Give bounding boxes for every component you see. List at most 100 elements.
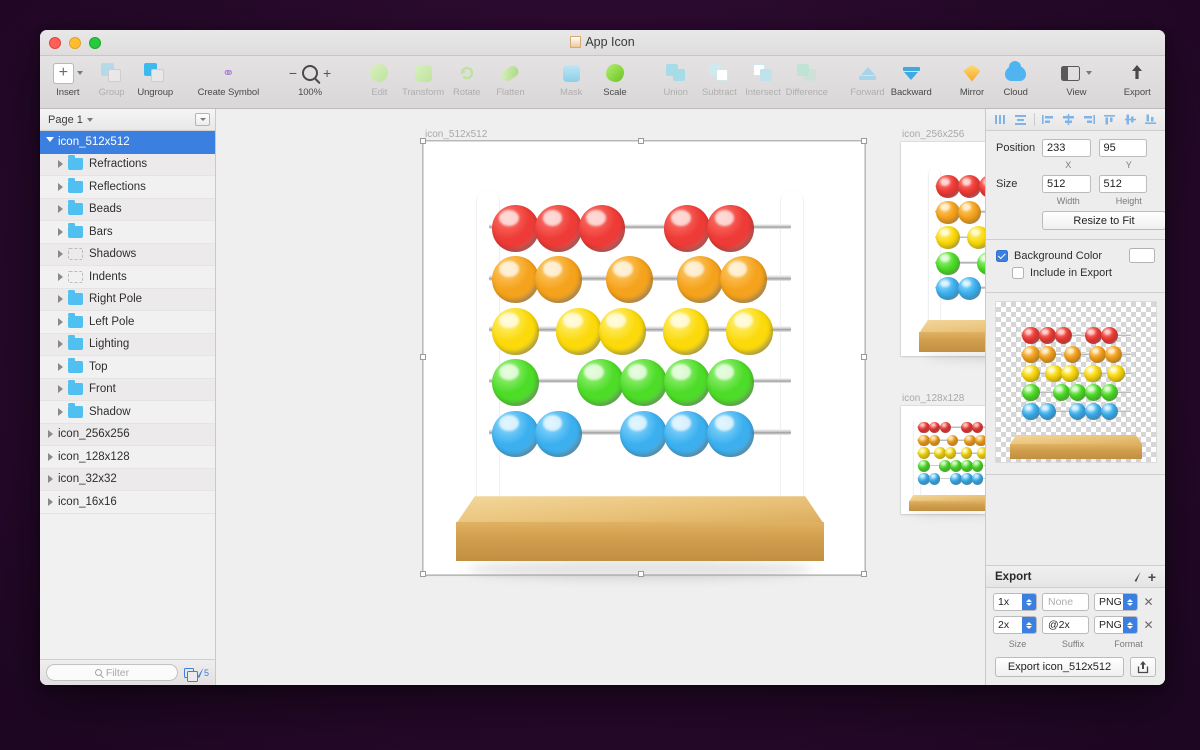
layer-row[interactable]: Reflections <box>40 176 215 199</box>
disclosure-closed-icon[interactable] <box>42 475 58 484</box>
resize-handle-bl[interactable] <box>420 571 426 577</box>
resize-handle-mr[interactable] <box>861 354 867 360</box>
disclosure-closed-icon[interactable] <box>52 362 68 371</box>
disclosure-closed-icon[interactable] <box>52 407 68 416</box>
artboard-512[interactable] <box>424 142 864 581</box>
page-menu-button[interactable] <box>195 113 210 126</box>
filter-input[interactable]: Filter <box>46 664 178 681</box>
layer-row[interactable]: Indents <box>40 266 215 289</box>
height-field[interactable]: 512 <box>1098 175 1147 193</box>
layer-row[interactable]: Top <box>40 356 215 379</box>
toolbar-export[interactable]: Export <box>1115 56 1159 108</box>
disclosure-closed-icon[interactable] <box>42 430 58 439</box>
position-y-field[interactable]: 95 <box>1098 139 1147 157</box>
pencil-icon[interactable] <box>1134 571 1142 582</box>
resize-to-fit-button[interactable]: Resize to Fit <box>1042 211 1165 230</box>
toolbar-forward[interactable]: Forward <box>846 56 890 108</box>
disclosure-closed-icon[interactable] <box>42 497 58 506</box>
position-x-field[interactable]: 233 <box>1042 139 1091 157</box>
remove-export-row-1[interactable]: ✕ <box>1143 595 1154 609</box>
toolbar-create-symbol[interactable]: ⚭ Create Symbol <box>194 56 262 108</box>
align-left-icon[interactable] <box>993 113 1008 126</box>
remove-export-row-2[interactable]: ✕ <box>1143 618 1154 632</box>
canvas[interactable]: icon_512x512 icon_256x256 icon_128x128 <box>216 109 985 685</box>
disclosure-closed-icon[interactable] <box>52 160 68 169</box>
toolbar-transform[interactable]: Transform <box>401 56 445 108</box>
duplicate-layer-button[interactable] <box>183 667 198 682</box>
resize-handle-tc[interactable] <box>638 138 644 144</box>
toolbar-cloud[interactable]: Cloud <box>994 56 1038 108</box>
layer-row[interactable]: icon_32x32 <box>40 468 215 491</box>
toolbar-union[interactable]: Union <box>654 56 698 108</box>
background-color-swatch[interactable] <box>1129 248 1155 263</box>
layer-row[interactable]: icon_256x256 <box>40 423 215 446</box>
include-in-export-checkbox[interactable] <box>1012 267 1024 279</box>
export-size-2[interactable]: 2x <box>993 616 1037 634</box>
align-bottom-icon[interactable] <box>1143 113 1158 126</box>
layer-row[interactable]: Beads <box>40 198 215 221</box>
disclosure-closed-icon[interactable] <box>52 227 68 236</box>
align-center-horizontal-icon[interactable] <box>1013 113 1028 126</box>
disclosure-closed-icon[interactable] <box>52 317 68 326</box>
align-top-icon[interactable] <box>1102 113 1117 126</box>
layer-row[interactable]: Right Pole <box>40 288 215 311</box>
toolbar-insert[interactable]: + Insert <box>46 56 90 108</box>
layer-row[interactable]: Bars <box>40 221 215 244</box>
artboard-512-label[interactable]: icon_512x512 <box>425 129 487 140</box>
page-selector[interactable]: Page 1 <box>48 114 93 126</box>
layer-row[interactable]: Left Pole <box>40 311 215 334</box>
disclosure-closed-icon[interactable] <box>52 205 68 214</box>
toolbar-subtract[interactable]: Subtract <box>698 56 742 108</box>
toolbar-zoom[interactable]: − + 100% <box>280 56 341 108</box>
resize-handle-br[interactable] <box>861 571 867 577</box>
zoom-out-icon[interactable]: − <box>289 65 297 81</box>
export-format-2[interactable]: PNG <box>1094 616 1138 634</box>
layer-row[interactable]: Front <box>40 378 215 401</box>
layer-row[interactable]: Refractions <box>40 153 215 176</box>
toolbar-intersect[interactable]: Intersect <box>741 56 785 108</box>
disclosure-closed-icon[interactable] <box>52 272 68 281</box>
layer-row[interactable]: Lighting <box>40 333 215 356</box>
artboard-128[interactable] <box>901 406 985 516</box>
export-size-1[interactable]: 1x <box>993 593 1037 611</box>
toolbar-difference[interactable]: Difference <box>785 56 829 108</box>
toolbar-flatten[interactable]: Flatten <box>489 56 533 108</box>
layer-row[interactable]: Shadows <box>40 243 215 266</box>
layer-row[interactable]: Shadow <box>40 401 215 424</box>
disclosure-closed-icon[interactable] <box>52 340 68 349</box>
layer-row[interactable]: icon_128x128 <box>40 446 215 469</box>
disclosure-closed-icon[interactable] <box>52 385 68 394</box>
export-format-1[interactable]: PNG <box>1094 593 1138 611</box>
layer-row[interactable]: icon_16x16 <box>40 491 215 514</box>
resize-handle-tl[interactable] <box>420 138 426 144</box>
disclosure-closed-icon[interactable] <box>42 452 58 461</box>
disclosure-open-icon[interactable] <box>42 137 58 146</box>
align-middle-icon[interactable] <box>1123 113 1138 126</box>
disclosure-closed-icon[interactable] <box>52 182 68 191</box>
disclosure-closed-icon[interactable] <box>52 250 68 259</box>
resize-handle-tr[interactable] <box>861 138 867 144</box>
align-left-edges-icon[interactable] <box>1040 113 1055 126</box>
toolbar-backward[interactable]: Backward <box>889 56 933 108</box>
width-field[interactable]: 512 <box>1042 175 1091 193</box>
add-export-preset-icon[interactable]: + <box>1148 570 1156 584</box>
layer-count-badge[interactable]: 5 <box>197 667 209 678</box>
background-color-checkbox[interactable] <box>996 249 1008 262</box>
resize-handle-bc[interactable] <box>638 571 644 577</box>
layer-row[interactable]: icon_512x512 <box>40 131 215 154</box>
align-right-edges-icon[interactable] <box>1082 113 1097 126</box>
artboard-256-label[interactable]: icon_256x256 <box>902 129 964 140</box>
export-suffix-2[interactable]: @2x <box>1042 616 1089 634</box>
toolbar-ungroup[interactable]: Ungroup <box>133 56 177 108</box>
export-button[interactable]: Export icon_512x512 <box>995 657 1124 677</box>
toolbar-group[interactable]: Group <box>90 56 134 108</box>
share-button[interactable] <box>1130 657 1156 677</box>
export-suffix-1[interactable]: None <box>1042 593 1089 611</box>
toolbar-scale[interactable]: Scale <box>593 56 637 108</box>
toolbar-rotate[interactable]: Rotate <box>445 56 489 108</box>
toolbar-edit[interactable]: Edit <box>358 56 402 108</box>
artboard-256[interactable] <box>901 142 985 362</box>
disclosure-closed-icon[interactable] <box>52 295 68 304</box>
resize-handle-ml[interactable] <box>420 354 426 360</box>
zoom-in-icon[interactable]: + <box>323 65 331 81</box>
